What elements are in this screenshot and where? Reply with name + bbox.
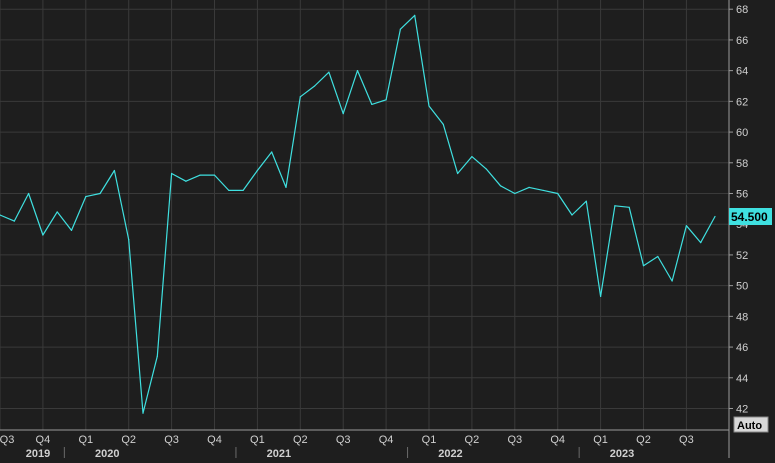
data-point xyxy=(614,205,616,207)
y-tick-label: 64 xyxy=(736,66,748,78)
data-point xyxy=(99,192,101,195)
data-point xyxy=(514,192,516,195)
last-value-marker: 54.500 xyxy=(729,208,772,225)
data-point xyxy=(256,169,258,172)
year-label: 2021 xyxy=(267,448,291,458)
y-tick-label: 48 xyxy=(736,311,748,323)
data-point xyxy=(85,195,87,198)
x-tick-label: Q2 xyxy=(121,434,136,446)
data-point xyxy=(714,215,716,218)
line-chart: 4244464850525456586062646668 Q3 Q4 Q1 Q2 Q3 Q… xyxy=(0,0,775,460)
y-tick-label: 66 xyxy=(736,35,748,47)
data-point xyxy=(700,242,702,244)
data-point xyxy=(528,186,530,188)
y-tick-label: 56 xyxy=(736,189,748,201)
last-value-label: 54.500 xyxy=(731,210,768,224)
x-tick-label: Q4 xyxy=(550,434,565,446)
auto-button[interactable]: Auto xyxy=(733,416,769,433)
data-point xyxy=(42,234,44,236)
data-point xyxy=(471,156,473,158)
data-point xyxy=(557,192,559,195)
y-tick-label: 52 xyxy=(736,250,748,262)
x-tick-label: Q2 xyxy=(293,434,308,446)
year-label: 2019 xyxy=(26,448,50,458)
x-tick-label: Q4 xyxy=(36,434,51,446)
data-point xyxy=(299,96,301,98)
data-point xyxy=(414,14,416,16)
x-tick-label: Q2 xyxy=(636,434,651,446)
x-tick-label: Q3 xyxy=(336,434,351,446)
x-tick-label: Q1 xyxy=(422,434,437,446)
x-tick-label: Q3 xyxy=(507,434,522,446)
year-label: 2020 xyxy=(95,448,119,458)
data-point xyxy=(328,71,330,73)
data-point xyxy=(156,355,158,357)
plot-background xyxy=(0,0,729,430)
data-point xyxy=(13,220,15,222)
data-point xyxy=(542,189,545,192)
data-point xyxy=(199,174,201,176)
x-tick-label: Q3 xyxy=(679,434,694,446)
year-label: 2022 xyxy=(438,448,462,458)
data-point xyxy=(242,189,244,192)
data-point xyxy=(271,151,273,153)
data-point xyxy=(685,225,688,227)
data-point xyxy=(571,214,573,216)
data-point xyxy=(228,189,230,192)
data-point xyxy=(342,113,344,115)
y-tick-label: 42 xyxy=(736,404,748,416)
y-tick-label: 50 xyxy=(736,281,748,293)
chart-area: 42 44 46 48 50 52 54 56 58 60 62 64 66 68 Q3 Q4 Q1 Q2 Q3 Q… xyxy=(0,0,775,460)
y-tick-label: 46 xyxy=(736,342,748,354)
data-point xyxy=(56,211,58,213)
data-point xyxy=(285,186,287,188)
x-tick-label: Q4 xyxy=(207,434,222,446)
data-point xyxy=(185,180,187,182)
year-label: 2023 xyxy=(610,448,634,458)
x-tick-label: Q2 xyxy=(465,434,480,446)
data-point xyxy=(442,123,444,125)
data-point xyxy=(371,103,373,106)
y-tick-label: 68 xyxy=(736,4,748,16)
x-tick-label: Q1 xyxy=(78,434,93,446)
data-point xyxy=(628,206,630,208)
data-point xyxy=(171,172,173,175)
x-tick-label: Q4 xyxy=(379,434,394,446)
x-tick-label: Q1 xyxy=(250,434,265,446)
data-point xyxy=(142,412,144,414)
data-point xyxy=(671,280,673,282)
data-point xyxy=(28,192,30,195)
data-point xyxy=(314,85,316,87)
x-tick-label: Q3 xyxy=(0,434,14,446)
data-point xyxy=(457,172,459,175)
y-tick-label: 62 xyxy=(736,96,748,108)
data-point xyxy=(642,265,645,267)
data-point xyxy=(657,255,659,258)
data-point xyxy=(499,185,502,187)
y-tick-label: 44 xyxy=(736,373,748,385)
data-point xyxy=(356,70,359,72)
y-tick-label: 60 xyxy=(736,127,748,139)
y-tick-label: 58 xyxy=(736,158,748,170)
data-point xyxy=(399,28,401,30)
data-point xyxy=(485,168,487,170)
data-point xyxy=(213,174,216,176)
data-point xyxy=(70,229,73,231)
data-point xyxy=(428,105,430,107)
data-point xyxy=(585,200,587,202)
x-tick-labels: Q3 Q4 Q1 Q2 Q3 Q4 Q1 Q2 Q3 Q4 Q1 Q2 Q3 Q4 Q1 Q2 Q3 2019 20… xyxy=(0,434,694,460)
x-tick-label: Q1 xyxy=(593,434,608,446)
data-point xyxy=(385,99,387,101)
data-point xyxy=(128,238,130,241)
auto-button-label[interactable]: Auto xyxy=(737,420,762,432)
x-tick-label: Q3 xyxy=(164,434,179,446)
data-point xyxy=(113,169,115,172)
data-point xyxy=(600,295,602,297)
